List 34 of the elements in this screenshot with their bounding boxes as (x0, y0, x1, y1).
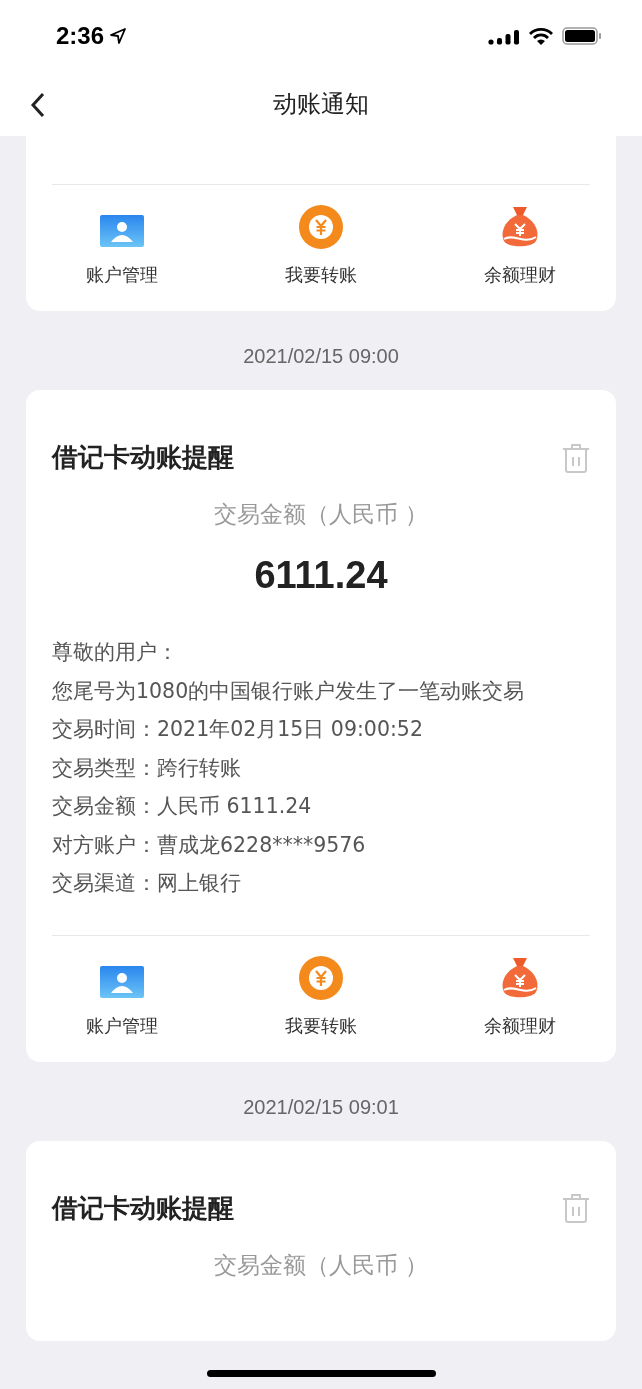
status-time: 2:36 (56, 22, 105, 50)
back-icon[interactable] (30, 92, 46, 118)
detail-line: 交易时间：2021年02月15日 09:00:52 (52, 716, 424, 743)
contact-card-icon (100, 215, 144, 249)
battery-icon (562, 26, 602, 46)
shortcut-button[interactable]: 账户管理 (52, 955, 192, 1038)
trash-icon[interactable] (562, 1193, 590, 1223)
page-title: 动账通知 (273, 89, 369, 120)
money-bag-icon (500, 955, 540, 1000)
detail-line: 对方账户：曹成龙6228****9576 (52, 831, 367, 859)
shortcut-button[interactable]: 账户管理 (52, 205, 192, 287)
timestamp: 2021/02/15 09:01 (243, 1095, 399, 1119)
timestamp: 2021/02/15 09:00 (243, 345, 399, 368)
notice-title: 借记卡动账提醒 (52, 1191, 234, 1225)
contact-card-icon (100, 965, 144, 1000)
detail-line: 交易类型：跨行转账 (52, 754, 242, 782)
detail-line: 尊敬的用户： (52, 639, 179, 666)
detail-line: 交易渠道：网上银行 (52, 870, 242, 897)
trash-icon[interactable] (562, 442, 590, 473)
amount-label: 交易金额（人民币 ） (212, 500, 430, 529)
detail-line: 您尾号为1080的中国银行账户发生了一笔动账交易 (52, 677, 526, 705)
shortcut-button[interactable]: 我要转账 (251, 955, 391, 1038)
location-arrow-icon (110, 28, 127, 44)
notice-title: 借记卡动账提醒 (52, 441, 234, 474)
shortcut-button[interactable]: 余额理财 (450, 205, 590, 287)
shortcut-button[interactable]: 余额理财 (450, 955, 590, 1038)
detail-line: 交易金额：人民币 6111.24 (52, 793, 313, 820)
money-bag-icon (500, 205, 540, 249)
amount-value: 6111.24 (253, 554, 389, 597)
wifi-icon (528, 26, 554, 46)
shortcut-button[interactable]: 我要转账 (251, 205, 391, 287)
coin-icon (299, 955, 343, 1000)
amount-label: 交易金额（人民币 ） (212, 1250, 430, 1280)
coin-icon (299, 205, 343, 249)
